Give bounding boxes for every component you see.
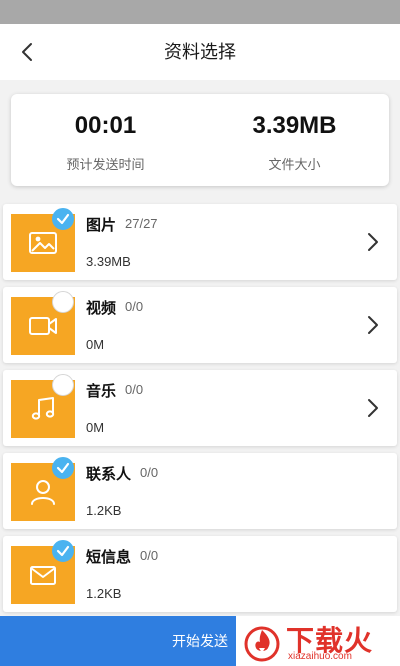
app-header: 资料选择 <box>0 24 400 80</box>
flame-logo-icon <box>244 626 280 662</box>
status-bar <box>0 0 400 24</box>
summary-card: 00:01 预计发送时间 3.39MB 文件大小 <box>11 94 389 186</box>
file-size: 3.39MB 文件大小 <box>200 94 389 186</box>
back-arrow-icon <box>22 43 32 61</box>
chevron-right-icon <box>365 396 381 420</box>
contact-icon <box>31 480 55 505</box>
category-count: 0/0 <box>140 465 159 480</box>
select-checkbox[interactable] <box>52 540 74 562</box>
start-send-button[interactable]: 开始发送 <box>0 616 236 666</box>
category-title: 视频 <box>86 300 117 317</box>
select-checkbox[interactable] <box>52 291 74 313</box>
category-title: 联系人 <box>86 466 132 483</box>
category-row-videos[interactable]: 视频 0/0 0M <box>3 287 397 363</box>
estimated-time-label: 预计发送时间 <box>66 157 145 172</box>
category-size: 0M <box>86 337 105 352</box>
chevron-right-icon <box>365 313 381 337</box>
category-title: 图片 <box>86 217 117 234</box>
bottom-bar: 开始发送 下载火 xiazaihuo.com <box>0 616 400 666</box>
back-button[interactable] <box>14 38 42 66</box>
category-row-images[interactable]: 图片 27/27 3.39MB <box>3 204 397 280</box>
chevron-right-icon <box>365 230 381 254</box>
estimated-time: 00:01 预计发送时间 <box>11 94 200 186</box>
watermark: 下载火 xiazaihuo.com <box>236 616 400 666</box>
select-checkbox[interactable] <box>52 457 74 479</box>
category-size: 1.2KB <box>86 503 122 518</box>
category-row-music[interactable]: 音乐 0/0 0M <box>3 370 397 446</box>
page-title: 资料选择 <box>164 42 236 62</box>
category-count: 27/27 <box>125 216 158 231</box>
select-checkbox[interactable] <box>52 374 74 396</box>
music-icon <box>31 397 55 420</box>
category-title: 短信息 <box>86 549 132 566</box>
image-icon <box>29 232 57 254</box>
category-count: 0/0 <box>125 382 144 397</box>
file-size-label: 文件大小 <box>268 157 321 172</box>
category-size: 3.39MB <box>86 254 131 269</box>
video-icon <box>29 317 57 335</box>
category-count: 0/0 <box>125 299 144 314</box>
category-row-messages[interactable]: 短信息 0/0 1.2KB <box>3 536 397 612</box>
checkmark-icon <box>56 213 70 225</box>
watermark-url: xiazaihuo.com <box>288 651 352 662</box>
message-icon <box>30 566 56 585</box>
category-title: 音乐 <box>86 383 117 400</box>
checkmark-icon <box>56 462 70 474</box>
category-row-contacts[interactable]: 联系人 0/0 1.2KB <box>3 453 397 529</box>
estimated-time-value: 00:01 <box>74 112 137 139</box>
checkmark-icon <box>56 545 70 557</box>
file-size-value: 3.39MB <box>252 112 337 139</box>
category-size: 0M <box>86 420 105 435</box>
category-list: 图片 27/27 3.39MB 视频 0/0 0M 音乐 0/0 0M 联系人 … <box>3 204 397 619</box>
select-checkbox[interactable] <box>52 208 74 230</box>
category-size: 1.2KB <box>86 586 122 601</box>
category-count: 0/0 <box>140 548 159 563</box>
